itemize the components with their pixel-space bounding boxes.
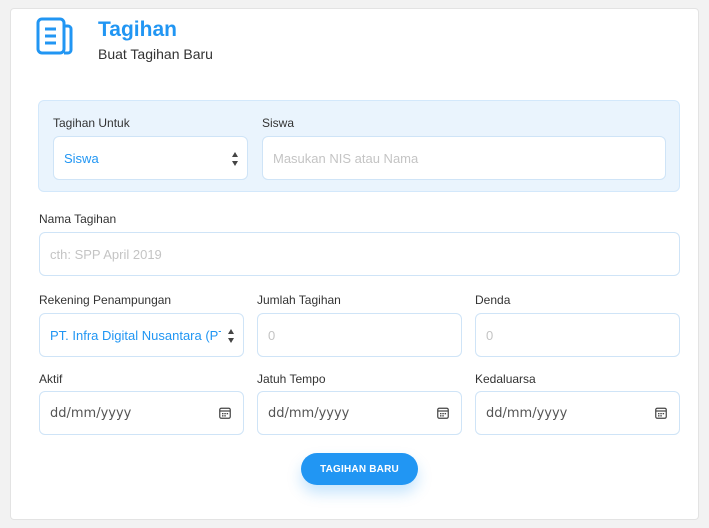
rekening-value: PT. Infra Digital Nusantara (PT. (50, 327, 221, 343)
rekening-label: Rekening Penampungan (39, 293, 172, 307)
document-icon (36, 17, 73, 55)
select-arrows-icon (227, 329, 235, 343)
tagihan-baru-button[interactable]: TAGIHAN BARU (301, 453, 418, 485)
aktif-date-value: dd/mm/yyyy (50, 405, 132, 421)
jumlah-label: Jumlah Tagihan (257, 293, 341, 307)
calendar-icon[interactable] (655, 407, 667, 419)
jatuh-tempo-date-input[interactable]: dd/mm/yyyy (257, 391, 462, 435)
kedaluarsa-date-input[interactable]: dd/mm/yyyy (475, 391, 680, 435)
tagihan-untuk-select[interactable]: Siswa (53, 136, 248, 180)
denda-placeholder: 0 (486, 327, 494, 343)
denda-label: Denda (475, 293, 511, 307)
jatuh-tempo-label: Jatuh Tempo (257, 372, 326, 386)
page-title: Tagihan (98, 18, 177, 41)
siswa-input[interactable]: Masukan NIS atau Nama (262, 136, 666, 180)
nama-tagihan-input[interactable]: cth: SPP April 2019 (39, 232, 680, 276)
rekening-select[interactable]: PT. Infra Digital Nusantara (PT. (39, 313, 244, 357)
siswa-placeholder: Masukan NIS atau Nama (273, 150, 419, 166)
aktif-label: Aktif (39, 372, 63, 386)
kedaluarsa-label: Kedaluarsa (475, 372, 536, 386)
kedaluarsa-date-value: dd/mm/yyyy (486, 405, 568, 421)
tagihan-untuk-label: Tagihan Untuk (53, 116, 130, 130)
calendar-icon[interactable] (219, 407, 231, 419)
nama-tagihan-label: Nama Tagihan (39, 212, 117, 226)
calendar-icon[interactable] (437, 407, 449, 419)
jumlah-input[interactable]: 0 (257, 313, 462, 357)
select-arrows-icon (231, 152, 239, 166)
jumlah-placeholder: 0 (268, 327, 276, 343)
nama-tagihan-placeholder: cth: SPP April 2019 (50, 246, 162, 262)
denda-input[interactable]: 0 (475, 313, 680, 357)
aktif-date-input[interactable]: dd/mm/yyyy (39, 391, 244, 435)
page-subtitle: Buat Tagihan Baru (98, 46, 213, 62)
siswa-label: Siswa (262, 116, 295, 130)
tagihan-untuk-value: Siswa (64, 150, 99, 166)
jatuh-tempo-date-value: dd/mm/yyyy (268, 405, 350, 421)
